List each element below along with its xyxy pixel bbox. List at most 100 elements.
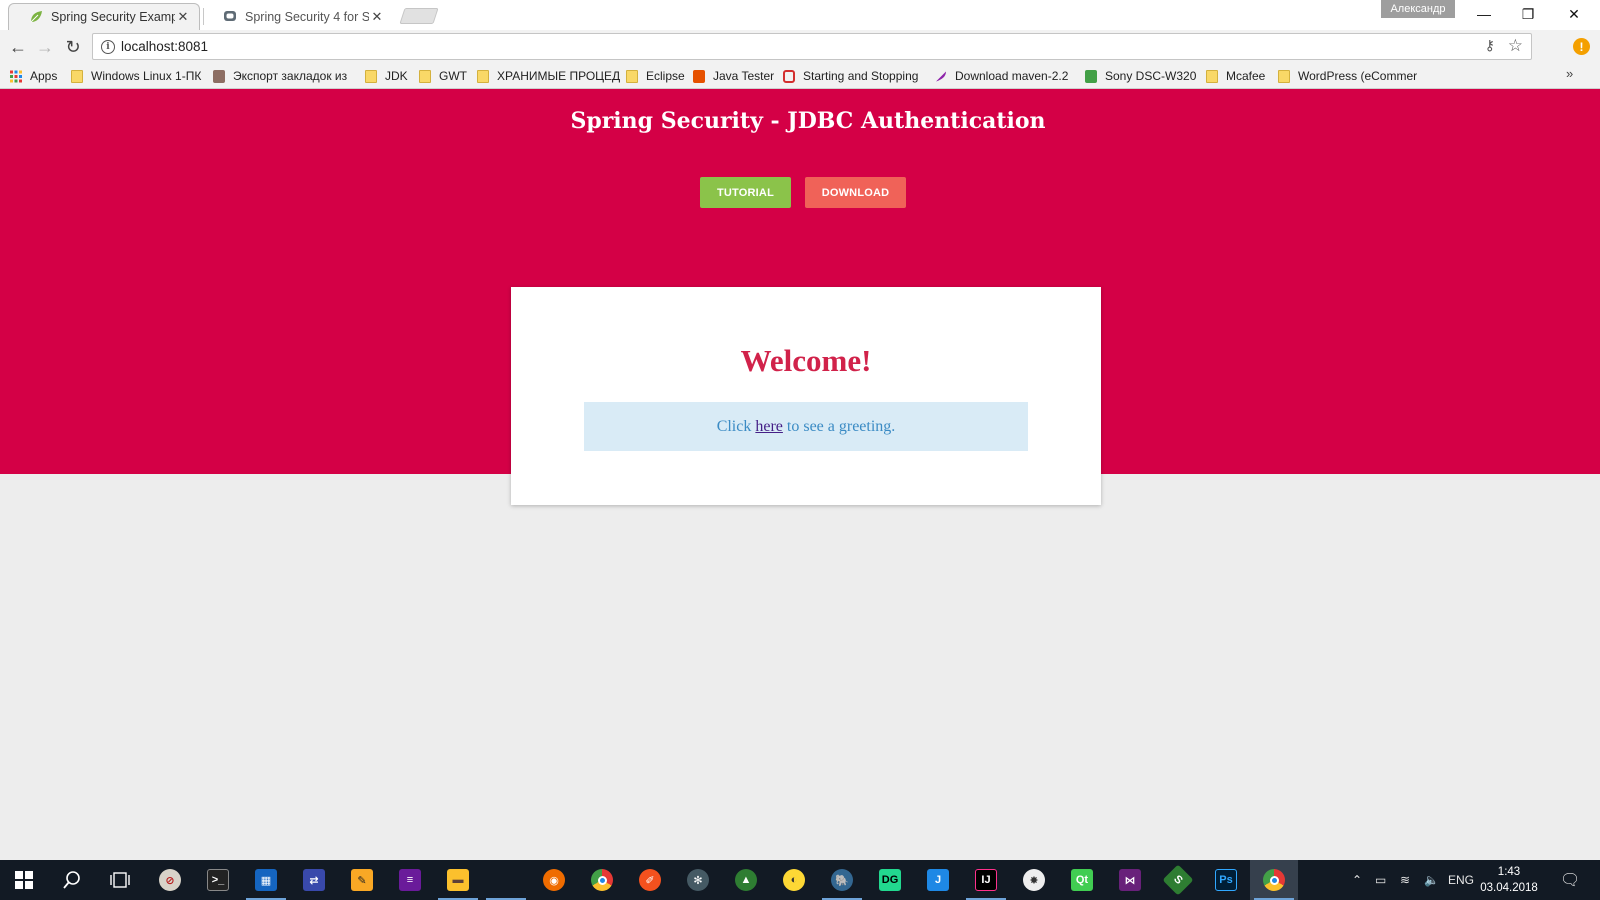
chrome-active-icon[interactable] <box>1250 860 1298 900</box>
firefox-icon[interactable]: ◉ <box>530 860 578 900</box>
bookmark-label: Starting and Stopping <box>803 69 919 83</box>
tab-label: Spring Security 4 for Spr <box>245 9 369 24</box>
update-alert-icon[interactable]: ! <box>1573 38 1590 55</box>
tutorial-button[interactable]: TUTORIAL <box>700 177 791 208</box>
bookmark-label: Java Tester <box>713 69 775 83</box>
message-text: to see a greeting. <box>782 417 896 435</box>
browser-titlebar: Spring Security Example ✕ Spring Securit… <box>0 0 1600 30</box>
welcome-heading: Welcome! <box>740 343 872 378</box>
url-text[interactable]: localhost:8081 <box>121 39 208 54</box>
wifi-icon[interactable]: ≋ <box>1400 860 1410 900</box>
windows-taskbar: ⊘ >_ ▦ ⇄ ✎ ≡ ▬ ◉ ✐ ✻ ▲ ◐ 🐘 DG J IJ ✸ Qt … <box>0 860 1600 900</box>
bookmark-eclipse[interactable]: Eclipse <box>626 67 685 85</box>
winrar-icon[interactable]: ≡ <box>386 860 434 900</box>
windows-start-icon[interactable] <box>0 860 48 900</box>
java-ide-icon[interactable]: J <box>914 860 962 900</box>
clock-time: 1:43 <box>1497 866 1521 878</box>
bookmark-label: Download maven-2.2 <box>955 69 1069 83</box>
volume-icon[interactable]: 🔈 <box>1424 860 1439 900</box>
bookmark-sony[interactable]: Sony DSC-W320 <box>1085 67 1196 85</box>
feather-icon <box>936 71 946 81</box>
new-tab-button[interactable] <box>399 8 439 24</box>
folder-icon <box>365 69 377 83</box>
bookmark-label: Apps <box>30 69 58 83</box>
restore-button[interactable]: ❐ <box>1508 3 1548 25</box>
star-icon[interactable]: ☆ <box>1508 36 1523 56</box>
bookmark-wordpress[interactable]: WordPress (eCommer <box>1278 67 1417 85</box>
bookmark-site-icon <box>213 69 225 83</box>
apps-grid-icon <box>10 70 22 82</box>
notification-icon[interactable]: 🗨 <box>1560 860 1580 900</box>
close-icon[interactable]: ✕ <box>369 9 385 25</box>
folder-icon <box>1206 69 1218 83</box>
intellij-icon[interactable]: IJ <box>962 860 1010 900</box>
task-view-icon[interactable] <box>96 860 144 900</box>
forward-arrow-icon[interactable]: → <box>33 35 57 59</box>
green-app-icon[interactable]: S <box>1154 860 1202 900</box>
settings-app-icon[interactable]: ✻ <box>674 860 722 900</box>
tab-spring-security-4[interactable]: Spring Security 4 for Spr ✕ <box>203 3 393 30</box>
chevron-right-icon[interactable]: » <box>1566 66 1573 81</box>
datagrip-icon[interactable]: DG <box>866 860 914 900</box>
bookmark-label: ХРАНИМЫЕ ПРОЦЕД <box>497 69 621 83</box>
greeting-alert: Click here to see a greeting. <box>584 402 1028 451</box>
info-icon[interactable]: i <box>101 40 115 54</box>
visual-studio-icon[interactable]: ⋈ <box>1106 860 1154 900</box>
reload-icon[interactable]: ↻ <box>61 35 85 59</box>
language-indicator[interactable]: ENG <box>1448 860 1474 900</box>
bookmark-apps[interactable]: Apps <box>10 67 57 85</box>
chevron-up-icon[interactable]: ⌃ <box>1352 860 1362 900</box>
bookmark-label: Windows Linux 1-ПК <box>91 69 202 83</box>
bookmark-windows-linux[interactable]: Windows Linux 1-ПК <box>71 67 201 85</box>
bookmark-label: GWT <box>439 69 467 83</box>
bookmark-export[interactable]: Экспорт закладок из <box>213 67 347 85</box>
key-icon[interactable]: ⚷ <box>1485 37 1495 54</box>
bookmark-jdk[interactable]: JDK <box>365 67 408 85</box>
photoshop-icon[interactable]: Ps <box>1202 860 1250 900</box>
oracle-icon <box>783 69 795 83</box>
bookmark-label: Sony DSC-W320 <box>1105 69 1197 83</box>
qt-icon[interactable]: Qt <box>1058 860 1106 900</box>
message-text: Click <box>716 417 756 435</box>
postgres-icon[interactable]: 🐘 <box>818 860 866 900</box>
wrench-tool-icon[interactable]: ✎ <box>338 860 386 900</box>
bookmark-label: Экспорт закладок из <box>233 69 348 83</box>
system-clock[interactable]: 1:43 03.04.2018 <box>1474 864 1544 896</box>
network-tool-icon[interactable]: ⇄ <box>290 860 338 900</box>
bookmark-label: WordPress (eCommer <box>1298 69 1418 83</box>
profile-button[interactable]: Александр <box>1381 0 1455 18</box>
bookmark-label: Mcafee <box>1226 69 1266 83</box>
terminal-icon[interactable]: >_ <box>194 860 242 900</box>
paint-icon[interactable]: ✐ <box>626 860 674 900</box>
download-button[interactable]: DOWNLOAD <box>805 177 906 208</box>
android-icon[interactable]: ▲ <box>722 860 770 900</box>
running-app-slot[interactable] <box>482 860 530 900</box>
battery-icon[interactable]: ▭ <box>1375 860 1386 900</box>
greeting-link[interactable]: here <box>755 418 783 436</box>
bookmark-download-maven[interactable]: Download maven-2.2 <box>935 67 1068 85</box>
bookmark-mcafee[interactable]: Mcafee <box>1206 67 1265 85</box>
back-arrow-icon[interactable]: ← <box>6 35 30 59</box>
bookmark-java-tester[interactable]: Java Tester <box>693 67 774 85</box>
chrome-icon[interactable] <box>578 860 626 900</box>
bookmark-stored-procedures[interactable]: ХРАНИМЫЕ ПРОЦЕД <box>477 67 620 85</box>
yellow-app-icon[interactable]: ◐ <box>770 860 818 900</box>
tab-label: Spring Security Example <box>51 10 175 24</box>
opera-icon[interactable]: ⊘ <box>146 860 194 900</box>
address-bar[interactable]: i localhost:8081 ⚷ ☆ <box>92 33 1532 60</box>
folder-icon <box>1278 69 1290 83</box>
explorer-app-icon[interactable]: ▦ <box>242 860 290 900</box>
tab-spring-security-example[interactable]: Spring Security Example ✕ <box>8 3 200 30</box>
ninja-star-icon[interactable]: ✸ <box>1010 860 1058 900</box>
bookmark-gwt[interactable]: GWT <box>419 67 467 85</box>
clock-date: 03.04.2018 <box>1480 882 1538 894</box>
java-icon <box>693 69 705 83</box>
bookmarks-bar: Apps Windows Linux 1-ПК Экспорт закладок… <box>0 63 1600 89</box>
file-explorer-icon[interactable]: ▬ <box>434 860 482 900</box>
window-close-button[interactable]: ✕ <box>1554 3 1594 25</box>
search-icon[interactable] <box>48 860 96 900</box>
chat-bubble-icon <box>224 10 236 21</box>
bookmark-starting-stopping[interactable]: Starting and Stopping <box>783 67 918 85</box>
minimize-button[interactable]: — <box>1464 3 1504 25</box>
close-icon[interactable]: ✕ <box>175 9 191 25</box>
